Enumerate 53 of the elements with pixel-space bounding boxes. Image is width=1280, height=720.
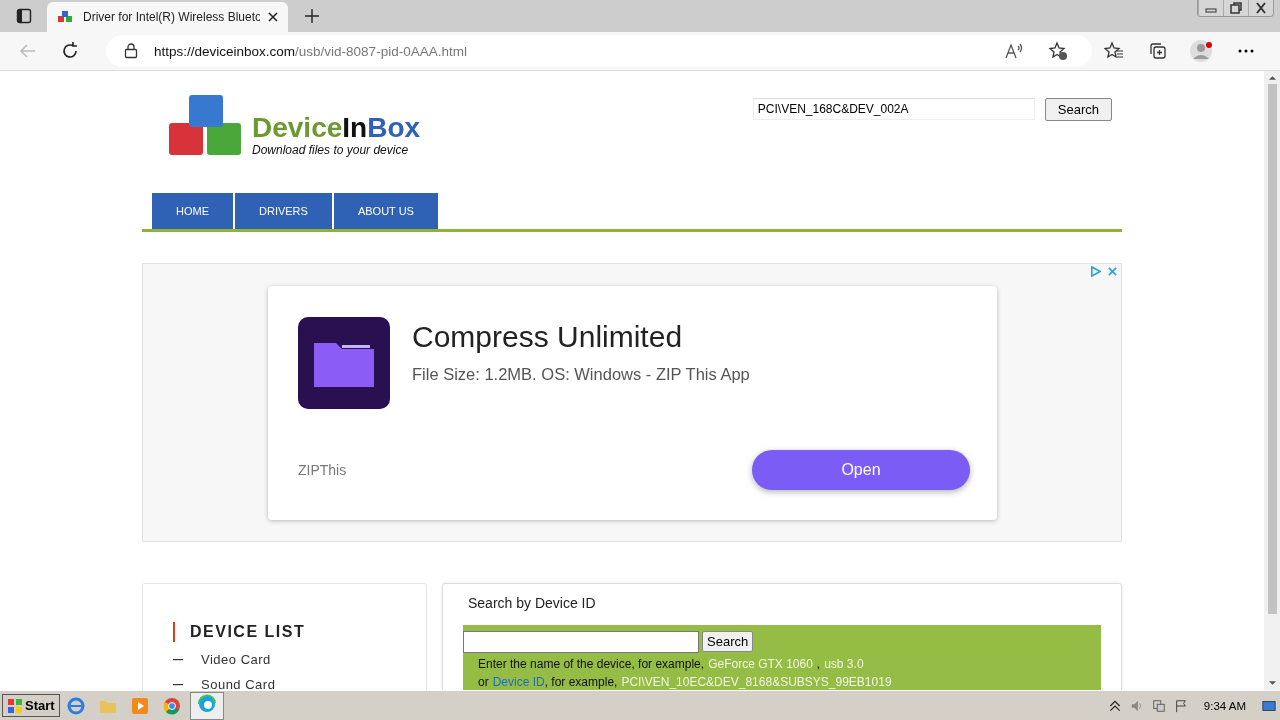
- lock-icon: [124, 43, 138, 59]
- panel-title: Search by Device ID: [468, 595, 597, 611]
- dash-icon: [173, 658, 183, 661]
- new-tab-icon[interactable]: [305, 9, 319, 23]
- nav-link[interactable]: ABOUT US: [333, 193, 438, 229]
- hint-text: or: [478, 675, 489, 689]
- search-button[interactable]: Search: [1044, 98, 1112, 121]
- refresh-icon[interactable]: [60, 41, 80, 61]
- expand-tray-icon[interactable]: [1107, 698, 1122, 713]
- network-icon[interactable]: [1151, 698, 1166, 713]
- device-list-link[interactable]: Sound Card: [201, 677, 276, 690]
- read-aloud-icon[interactable]: [1004, 41, 1024, 61]
- search-field[interactable]: PCI\VEN_168C&DEV_002A: [752, 98, 1035, 120]
- url-text: https://deviceinbox.com/usb/vid-8087-pid-0AAA.html: [154, 43, 468, 59]
- scroll-up-icon[interactable]: [1267, 75, 1277, 81]
- chrome-icon[interactable]: [161, 695, 182, 716]
- tab-actions-icon[interactable]: [16, 8, 32, 24]
- device-search-field[interactable]: [463, 631, 699, 653]
- clock[interactable]: 9:34 AM: [1203, 699, 1246, 712]
- site-logo[interactable]: DeviceInBox: [252, 113, 421, 143]
- search-button[interactable]: Search: [702, 631, 754, 652]
- edge-icon[interactable]: [196, 693, 217, 714]
- open-button[interactable]: Open: [752, 450, 970, 490]
- hint-text: , for example,: [544, 675, 618, 689]
- show-desktop-icon[interactable]: [1262, 698, 1276, 713]
- scroll-thumb[interactable]: [1267, 84, 1277, 614]
- play-icon[interactable]: [1090, 266, 1101, 277]
- scrollbar[interactable]: [1264, 71, 1280, 690]
- windows-logo-icon: [7, 697, 23, 714]
- dash-icon: [173, 683, 183, 686]
- folder-icon: [298, 317, 390, 409]
- nav-link[interactable]: DRIVERS: [235, 193, 332, 229]
- close-icon[interactable]: [268, 12, 278, 22]
- ie-icon[interactable]: [65, 695, 86, 716]
- separator: ,: [816, 657, 821, 671]
- tagline: Download files to your device: [252, 143, 410, 157]
- profile-icon[interactable]: [1190, 39, 1214, 63]
- favorites-icon[interactable]: [1104, 41, 1124, 61]
- start-button[interactable]: Start: [2, 694, 60, 717]
- nav-link[interactable]: HOME: [152, 193, 233, 229]
- collections-icon[interactable]: [1148, 41, 1168, 61]
- ad-title[interactable]: Compress Unlimited: [412, 319, 750, 355]
- address-field[interactable]: https://deviceinbox.com/usb/vid-8087-pid-0AAA.html: [106, 35, 1092, 67]
- media-player-icon[interactable]: [129, 695, 150, 716]
- add-favorite-icon[interactable]: [1048, 41, 1068, 61]
- hint-text: Enter the name of the device, for example,: [478, 657, 705, 671]
- device-list-link[interactable]: Video Card: [201, 652, 271, 667]
- section-heading: DEVICE LIST: [173, 622, 426, 642]
- ad-description: File Size: 1.2MB. OS: Windows - ZIP This App: [412, 365, 750, 384]
- cubes-icon: [57, 9, 73, 25]
- flag-icon[interactable]: [1173, 698, 1188, 713]
- scroll-down-icon[interactable]: [1267, 680, 1277, 686]
- advertiser-name: ZIPThis: [298, 462, 347, 478]
